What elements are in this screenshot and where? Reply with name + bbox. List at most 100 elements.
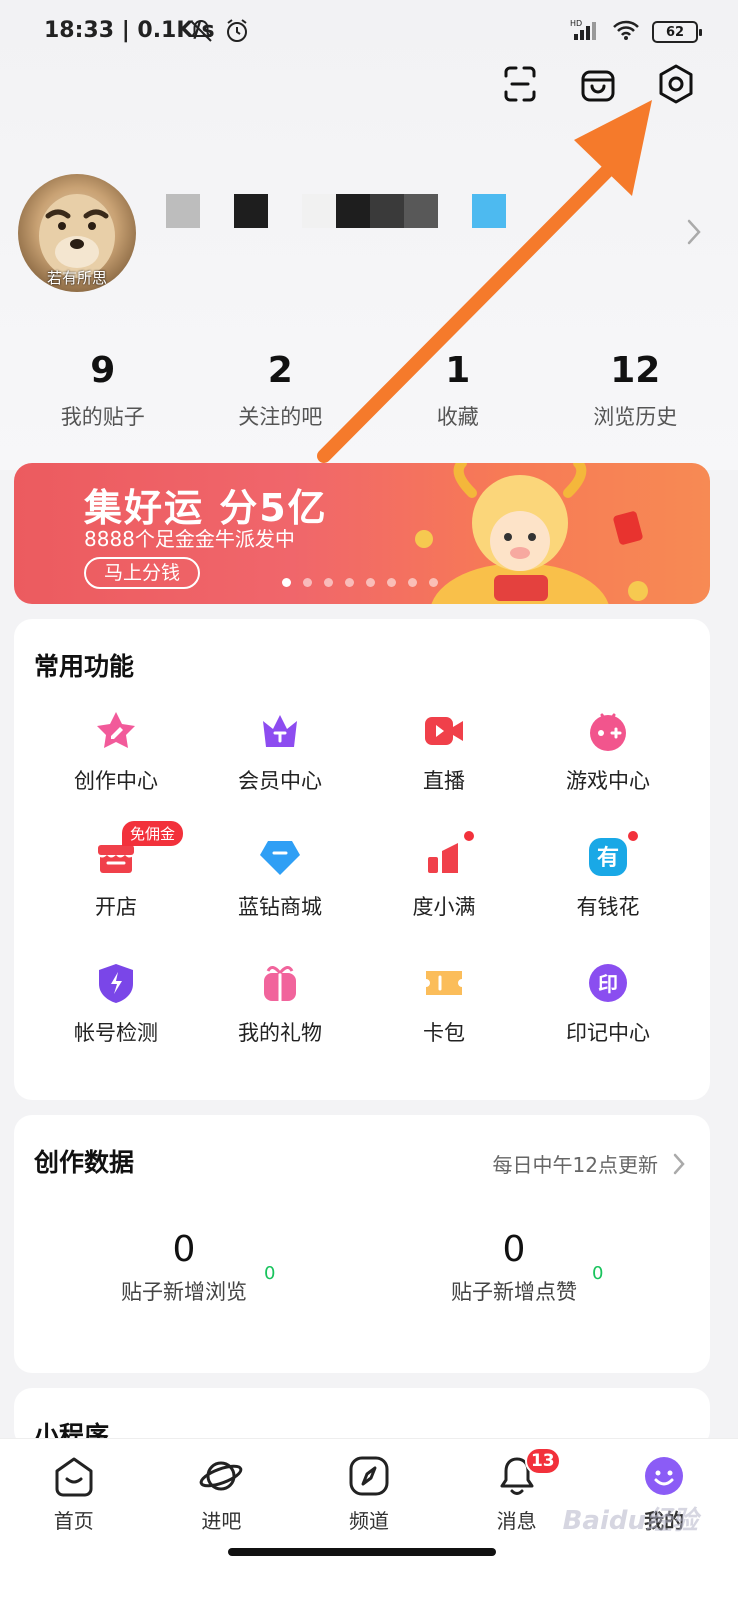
- metric-delta: 0: [264, 1263, 276, 1284]
- avatar[interactable]: 若有所思: [18, 174, 136, 292]
- promo-banner[interactable]: 集好运 分5亿 8888个足金金牛派发中 马上分钱: [14, 463, 710, 604]
- compass-icon: [349, 1456, 389, 1496]
- func-label: 蓝钻商城: [238, 895, 322, 919]
- func-member-center[interactable]: 会员中心: [198, 709, 362, 805]
- func-card-wallet[interactable]: 卡包: [362, 961, 526, 1057]
- unread-badge: 13: [524, 1447, 561, 1475]
- diamond-icon: [260, 841, 300, 875]
- stat-label: 我的贴子: [60, 405, 145, 429]
- status-bar: 18:33 | 0.1K/s HD 62: [0, 0, 738, 64]
- nav-channel[interactable]: 频道: [295, 1453, 443, 1534]
- stat-label: 收藏: [436, 405, 479, 429]
- video-camera-icon: [425, 717, 463, 745]
- func-live[interactable]: 直播: [362, 709, 526, 805]
- shield-bolt-icon: [99, 964, 133, 1003]
- stat-favorites[interactable]: 1 收藏: [369, 350, 547, 431]
- metric-label: 贴子新增点赞: [451, 1280, 577, 1304]
- creation-data-card: 创作数据 每日中午12点更新 0 贴子新增浏览 0 0 贴子新增点赞 0: [14, 1115, 710, 1373]
- mute-bell-icon: [188, 18, 214, 48]
- metric-new-likes[interactable]: 0 贴子新增点赞: [384, 1229, 644, 1306]
- stat-my-posts[interactable]: 9 我的贴子: [14, 350, 192, 431]
- you-icon-text: 有: [597, 845, 619, 871]
- profile-stats: 9 我的贴子 2 关注的吧 1 收藏 12 浏览历史: [14, 350, 724, 431]
- lucky-ox-illustration: [415, 463, 648, 604]
- gamepad-icon: [590, 713, 626, 751]
- carousel-dot[interactable]: [345, 578, 354, 587]
- func-label: 帐号检测: [74, 1021, 158, 1045]
- func-label: 有钱花: [576, 895, 640, 919]
- func-open-shop[interactable]: 免佣金 开店: [34, 821, 198, 931]
- func-seal-center[interactable]: 印 印记中心: [526, 961, 690, 1057]
- you-icon: 有: [589, 838, 627, 876]
- profile-chevron-icon[interactable]: [686, 218, 702, 250]
- baidu-watermark: Baidu经验: [562, 1506, 698, 1536]
- nav-enter-bar[interactable]: 进吧: [148, 1453, 296, 1534]
- carousel-dot[interactable]: [282, 578, 291, 587]
- stat-number: 12: [610, 350, 661, 391]
- func-label: 直播: [423, 769, 465, 793]
- stat-number: 1: [445, 350, 471, 391]
- home-indicator[interactable]: [228, 1548, 496, 1556]
- username-redacted[interactable]: [166, 194, 506, 228]
- carousel-dot[interactable]: [303, 578, 312, 587]
- section-title: 常用功能: [34, 652, 135, 681]
- func-game-center[interactable]: 游戏中心: [526, 709, 690, 805]
- signal-icon: HD: [570, 18, 600, 46]
- notification-dot: [626, 829, 640, 843]
- carousel-dot[interactable]: [324, 578, 333, 587]
- metric-delta: 0: [592, 1263, 604, 1284]
- store-icon[interactable]: [576, 62, 620, 106]
- carousel-dot[interactable]: [366, 578, 375, 587]
- stat-number: 2: [267, 350, 293, 391]
- func-my-gifts[interactable]: 我的礼物: [198, 961, 362, 1057]
- settings-icon[interactable]: [654, 62, 698, 106]
- func-duxiaoman[interactable]: 度小满: [362, 829, 526, 931]
- func-label: 创作中心: [74, 769, 158, 793]
- seal-icon-text: 印: [598, 972, 618, 996]
- func-label: 卡包: [423, 1021, 465, 1045]
- smiley-avatar-icon: [645, 1457, 684, 1495]
- update-note: 每日中午12点更新: [492, 1153, 658, 1177]
- crown-icon: [263, 715, 297, 747]
- battery-indicator: 62: [652, 21, 702, 43]
- func-account-check[interactable]: 帐号检测: [34, 961, 198, 1057]
- nav-label: 首页: [53, 1509, 94, 1533]
- func-label: 度小满: [412, 895, 476, 919]
- stat-label: 关注的吧: [238, 405, 323, 429]
- hd-label: HD: [570, 19, 582, 28]
- planet-icon: [200, 1461, 243, 1491]
- func-label: 游戏中心: [566, 769, 650, 793]
- func-label: 印记中心: [566, 1021, 650, 1045]
- avatar-caption: 若有所思: [46, 269, 107, 287]
- func-label: 我的礼物: [238, 1021, 322, 1045]
- func-label: 开店: [95, 895, 137, 919]
- home-icon: [55, 1457, 93, 1497]
- stat-number: 9: [90, 350, 116, 391]
- common-functions-card: 常用功能 创作中心 会员中心 直播 游戏中心 免佣金 开店 蓝钻商城 度小满 有…: [14, 619, 710, 1100]
- ticket-icon: [426, 971, 462, 995]
- stat-followed-bars[interactable]: 2 关注的吧: [192, 350, 370, 431]
- func-label: 会员中心: [238, 769, 322, 793]
- wifi-icon: [612, 19, 640, 45]
- metric-number: 0: [502, 1229, 526, 1270]
- banner-cta-button[interactable]: 马上分钱: [84, 557, 201, 589]
- bar-chart-icon: [428, 843, 458, 873]
- nav-label: 频道: [348, 1509, 389, 1533]
- stat-history[interactable]: 12 浏览历史: [547, 350, 725, 431]
- commission-free-badge: 免佣金: [122, 821, 184, 846]
- notification-dot: [462, 829, 476, 843]
- section-title: 创作数据: [34, 1148, 135, 1177]
- star-pen-icon: [97, 712, 135, 748]
- chevron-right-icon: [673, 1153, 685, 1174]
- stat-label: 浏览历史: [593, 405, 678, 429]
- func-blue-diamond-mall[interactable]: 蓝钻商城: [198, 835, 362, 931]
- nav-label: 进吧: [201, 1509, 242, 1533]
- func-youqianhua[interactable]: 有 有钱花: [526, 829, 690, 931]
- alarm-clock-icon: [224, 18, 250, 48]
- update-note-link[interactable]: 每日中午12点更新: [493, 1149, 686, 1178]
- seal-icon: 印: [589, 964, 627, 1002]
- func-creation-center[interactable]: 创作中心: [34, 709, 198, 805]
- scan-icon[interactable]: [498, 62, 542, 106]
- nav-home[interactable]: 首页: [0, 1453, 148, 1534]
- banner-subtitle: 8888个足金金牛派发中: [84, 527, 295, 551]
